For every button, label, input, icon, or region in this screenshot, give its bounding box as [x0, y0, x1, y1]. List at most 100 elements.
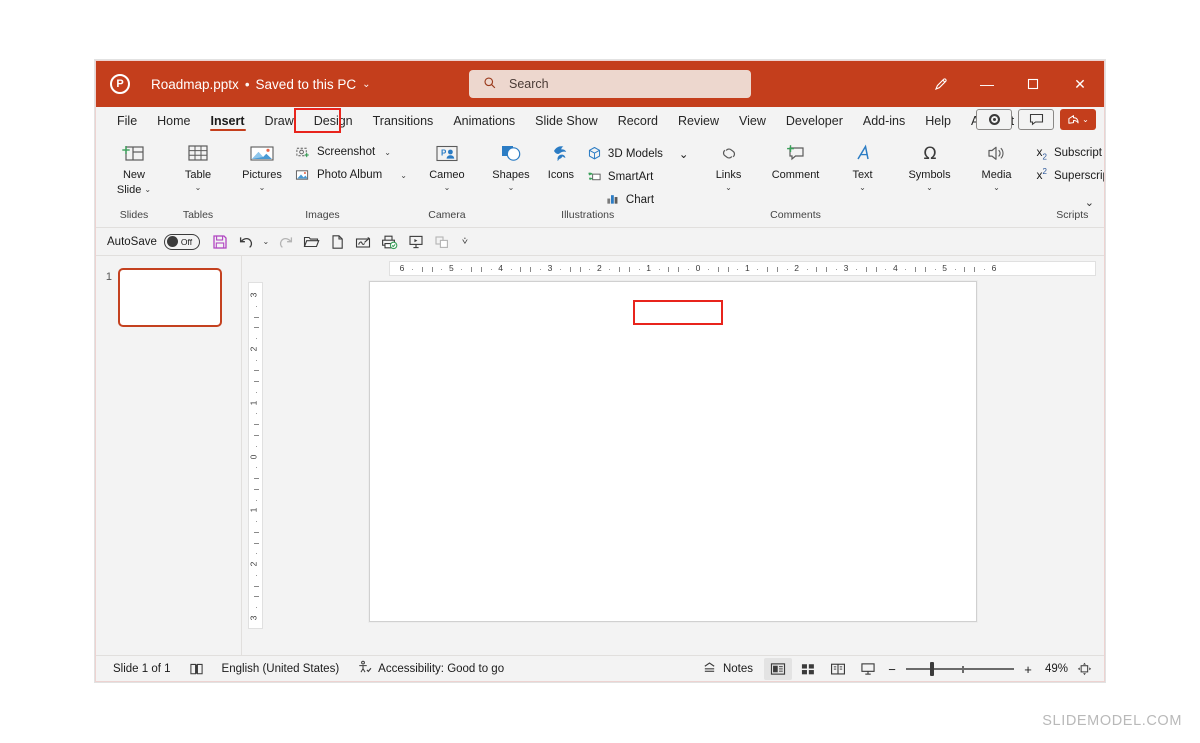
tab-home[interactable]: Home: [147, 109, 200, 132]
tab-help[interactable]: Help: [915, 109, 961, 132]
slide-thumbnail-pane[interactable]: 1: [96, 256, 242, 655]
zoom-in-button[interactable]: +: [1020, 662, 1036, 677]
minimize-button[interactable]: —: [964, 61, 1010, 107]
3d-models-caret-icon[interactable]: ⌄: [679, 147, 689, 161]
screenshot-button[interactable]: Screenshot ⌄: [290, 142, 411, 162]
vruler-tick-label: 0: [248, 454, 259, 459]
cameo-button[interactable]: P Cameo ⌄: [419, 137, 475, 192]
tab-record[interactable]: Record: [608, 109, 668, 132]
comment-button[interactable]: Comment: [765, 137, 827, 182]
vruler-tick-label: 3: [248, 292, 259, 298]
table-caret-icon[interactable]: ⌄: [195, 183, 202, 192]
comment-icon[interactable]: [1018, 109, 1054, 130]
accessibility-status[interactable]: Accessibility: Good to go: [348, 660, 513, 677]
shapes-caret-icon[interactable]: ⌄: [508, 183, 515, 192]
normal-view-button[interactable]: [764, 658, 792, 680]
chart-button[interactable]: Chart: [583, 189, 693, 211]
tab-review[interactable]: Review: [668, 109, 729, 132]
open-folder-icon[interactable]: [300, 231, 324, 253]
duplicate-icon[interactable]: [430, 231, 454, 253]
pen-ink-icon[interactable]: [918, 61, 964, 107]
slide-counter[interactable]: Slide 1 of 1: [104, 663, 180, 675]
pictures-button[interactable]: Pictures ⌄: [234, 137, 290, 192]
ruler-minor-mark: [816, 267, 818, 272]
screenshot-caret-icon[interactable]: ⌄: [384, 148, 391, 157]
vruler-tick-label: 3: [248, 615, 259, 621]
vruler-minor-mark: [256, 521, 257, 523]
tab-view[interactable]: View: [729, 109, 776, 132]
notes-page-icon[interactable]: [180, 662, 213, 676]
tab-slide-show[interactable]: Slide Show: [525, 109, 608, 132]
table-button[interactable]: Table ⌄: [170, 137, 226, 192]
document-title[interactable]: Roadmap.pptx • Saved to this PC ⌄: [151, 77, 371, 92]
ribbon-collapse-caret-icon[interactable]: ⌄: [1085, 196, 1094, 209]
tab-draw[interactable]: Draw: [255, 109, 304, 132]
save-state-label: Saved to this PC: [255, 76, 357, 92]
tab-transitions[interactable]: Transitions: [363, 109, 444, 132]
ribbon-group-images: Pictures ⌄ Screenshot ⌄ Photo Album ⌄ Im…: [230, 134, 415, 227]
search-input[interactable]: Search: [469, 70, 751, 98]
text-caret-icon[interactable]: ⌄: [859, 183, 866, 192]
shapes-button[interactable]: Shapes ⌄: [483, 137, 539, 192]
zoom-slider-track: [906, 668, 1014, 670]
slide-sorter-view-button[interactable]: [794, 658, 822, 680]
symbols-button[interactable]: Ω Symbols ⌄: [899, 137, 961, 192]
print-preview-icon[interactable]: [378, 231, 402, 253]
notes-button[interactable]: Notes: [693, 661, 762, 678]
start-slideshow-icon[interactable]: [404, 231, 428, 253]
reading-view-button[interactable]: [824, 658, 852, 680]
tab-animations[interactable]: Animations: [443, 109, 525, 132]
maximize-button[interactable]: [1010, 61, 1056, 107]
undo-icon[interactable]: [234, 231, 258, 253]
tab-developer[interactable]: Developer: [776, 109, 853, 132]
tab-insert[interactable]: Insert: [201, 109, 255, 132]
ruler-minor-mark: [579, 267, 581, 272]
new-slide-caret-icon[interactable]: ⌄: [144, 185, 151, 194]
zoom-level-label[interactable]: 49%: [1038, 663, 1068, 675]
media-button[interactable]: Media ⌄: [969, 137, 1025, 192]
slide-thumbnail-1[interactable]: [118, 268, 222, 327]
share-button[interactable]: ⌄: [1060, 109, 1096, 130]
ruler-minor-mark: [707, 269, 709, 270]
redo-icon[interactable]: [274, 231, 298, 253]
record-icon[interactable]: [976, 109, 1012, 130]
signature-icon[interactable]: [352, 231, 376, 253]
tab-file[interactable]: File: [107, 109, 147, 132]
slide-show-view-button[interactable]: [854, 658, 882, 680]
slide-canvas[interactable]: [369, 281, 977, 622]
ruler-tick-label: 5: [448, 263, 454, 273]
language-label[interactable]: English (United States): [213, 663, 349, 675]
zoom-slider-midpoint: [962, 665, 964, 673]
icons-button[interactable]: Icons: [539, 137, 583, 182]
3d-models-button[interactable]: 3D Models ⌄: [583, 143, 693, 165]
zoom-out-button[interactable]: −: [884, 662, 900, 677]
save-icon[interactable]: [208, 231, 232, 253]
smartart-icon: [587, 169, 602, 186]
links-caret-icon[interactable]: ⌄: [725, 183, 732, 192]
text-button[interactable]: Text ⌄: [835, 137, 891, 192]
links-button[interactable]: Links ⌄: [701, 137, 757, 192]
photo-album-button[interactable]: Photo Album ⌄: [290, 165, 411, 185]
ruler-minor-mark: [609, 269, 611, 270]
superscript-button[interactable]: x2 Superscript: [1033, 167, 1104, 182]
subscript-button[interactable]: x2 Subscript: [1033, 145, 1104, 161]
tab-design[interactable]: Design: [304, 109, 363, 132]
fit-to-window-icon[interactable]: [1070, 658, 1098, 680]
autosave-toggle[interactable]: Off: [163, 233, 200, 250]
pictures-caret-icon[interactable]: ⌄: [259, 183, 266, 192]
undo-dropdown-caret-icon[interactable]: ⌄: [260, 231, 272, 253]
qat-overflow-caret-icon[interactable]: ⩒: [456, 231, 474, 253]
symbols-caret-icon[interactable]: ⌄: [926, 183, 933, 192]
zoom-slider-handle[interactable]: [929, 662, 934, 676]
close-button[interactable]: ✕: [1056, 61, 1104, 107]
zoom-slider[interactable]: [906, 658, 1014, 680]
chevron-down-icon[interactable]: ⌄: [362, 79, 370, 90]
new-slide-button[interactable]: New Slide ⌄: [106, 137, 162, 196]
smartart-button[interactable]: SmartArt: [583, 166, 693, 188]
ruler-minor-mark: [717, 267, 719, 272]
photo-album-caret-icon[interactable]: ⌄: [400, 171, 407, 180]
new-file-icon[interactable]: [326, 231, 350, 253]
cameo-caret-icon[interactable]: ⌄: [444, 183, 451, 192]
media-caret-icon[interactable]: ⌄: [993, 183, 1000, 192]
tab-add-ins[interactable]: Add-ins: [853, 109, 915, 132]
